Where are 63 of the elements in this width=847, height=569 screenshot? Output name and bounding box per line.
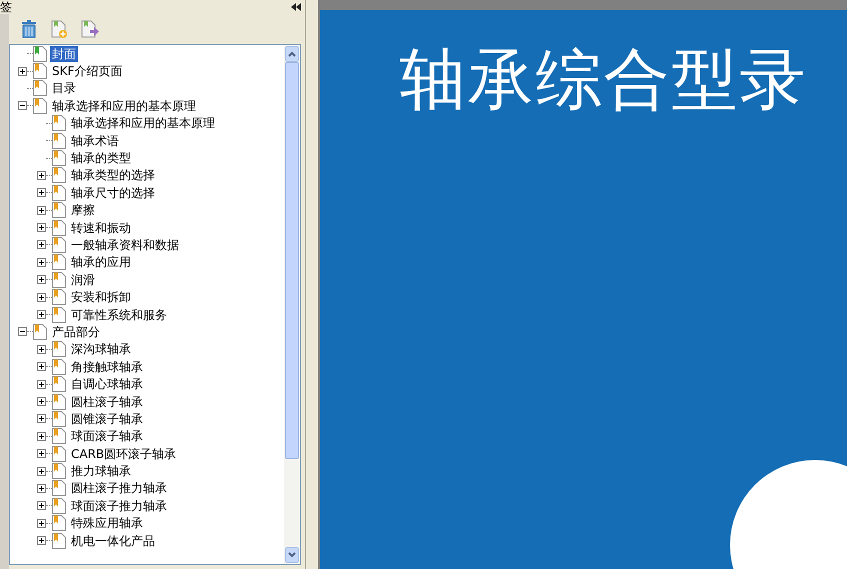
expand-toggle-icon[interactable] <box>37 275 46 284</box>
expand-toggle-icon[interactable] <box>37 501 46 510</box>
expand-toggle-icon[interactable] <box>37 258 46 267</box>
panel-title: 签 <box>0 0 12 14</box>
bookmark-item[interactable]: 转速和振动 <box>69 220 133 236</box>
expand-toggle-icon[interactable] <box>37 362 46 372</box>
bookmark-item[interactable]: 球面滚子推力轴承 <box>69 498 169 514</box>
bookmark-item[interactable]: 产品部分 <box>50 324 102 340</box>
bookmark-item[interactable]: 轴承尺寸的选择 <box>69 184 157 201</box>
bookmark-item[interactable]: 角接触球轴承 <box>69 358 145 375</box>
bookmark-item[interactable]: 轴承术语 <box>69 132 121 149</box>
bookmark-arrow-icon[interactable] <box>81 20 99 38</box>
expand-toggle-icon[interactable] <box>37 432 46 441</box>
expand-toggle-icon[interactable] <box>37 380 46 389</box>
expand-toggle-icon[interactable] <box>37 484 46 493</box>
bookmark-item[interactable]: 圆柱滚子轴承 <box>69 394 145 410</box>
trash-icon[interactable] <box>21 20 37 38</box>
bookmark-item[interactable]: 润滑 <box>69 272 97 288</box>
expand-toggle-icon[interactable] <box>37 466 46 476</box>
bookmark-item[interactable]: 一般轴承资料和数据 <box>69 236 181 253</box>
scroll-up-icon[interactable] <box>285 46 299 62</box>
bookmark-item[interactable]: 圆锥滚子轴承 <box>69 410 145 427</box>
expand-toggle-icon[interactable] <box>37 397 46 406</box>
bookmark-item[interactable]: 特殊应用轴承 <box>69 515 145 532</box>
expand-toggle-icon[interactable] <box>37 344 46 354</box>
bookmark-item[interactable]: 球面滚子轴承 <box>69 428 145 444</box>
expand-toggle-icon[interactable] <box>18 327 27 336</box>
bookmark-item[interactable]: CARB圆环滚子轴承 <box>69 446 178 462</box>
bookmark-item[interactable]: 轴承选择和应用的基本原理 <box>50 98 198 114</box>
bookmark-item[interactable]: 安装和拆卸 <box>69 289 133 306</box>
bookmark-item[interactable]: 轴承的应用 <box>69 254 133 270</box>
expand-toggle-icon[interactable] <box>18 66 27 76</box>
add-bookmark-icon[interactable] <box>51 20 67 38</box>
expand-toggle-icon[interactable] <box>18 101 27 110</box>
scroll-thumb[interactable] <box>285 62 299 459</box>
scrollbar[interactable] <box>284 45 300 564</box>
bookmark-item[interactable]: 目录 <box>50 80 78 96</box>
expand-toggle-icon[interactable] <box>37 223 46 232</box>
expand-toggle-icon[interactable] <box>37 206 46 215</box>
bookmark-item[interactable]: 摩擦 <box>69 202 97 218</box>
bookmark-item[interactable]: 封面 <box>50 46 78 62</box>
bookmark-item[interactable]: 圆柱滚子推力轴承 <box>69 480 169 496</box>
expand-toggle-icon[interactable] <box>37 449 46 458</box>
scroll-down-icon[interactable] <box>285 547 299 563</box>
bookmark-item[interactable]: 机电一体化产品 <box>69 532 157 549</box>
expand-toggle-icon[interactable] <box>37 170 46 180</box>
expand-toggle-icon[interactable] <box>37 188 46 198</box>
bookmark-item[interactable]: SKF介绍页面 <box>50 63 124 80</box>
expand-toggle-icon[interactable] <box>37 310 46 320</box>
bookmark-item[interactable]: 轴承的类型 <box>69 150 133 166</box>
page-title: 轴承综合型录 <box>400 40 808 120</box>
bookmark-item[interactable]: 轴承选择和应用的基本原理 <box>69 115 217 132</box>
bookmark-item[interactable]: 自调心球轴承 <box>69 376 145 392</box>
expand-toggle-icon[interactable] <box>37 292 46 302</box>
bookmark-item[interactable]: 深沟球轴承 <box>69 341 133 358</box>
expand-toggle-icon[interactable] <box>37 414 46 424</box>
expand-toggle-icon[interactable] <box>37 240 46 250</box>
collapse-icon[interactable] <box>291 3 301 11</box>
expand-toggle-icon[interactable] <box>37 518 46 528</box>
bookmark-item[interactable]: 推力球轴承 <box>69 463 133 480</box>
expand-toggle-icon[interactable] <box>37 536 46 546</box>
bookmark-item[interactable]: 可靠性系统和服务 <box>69 306 169 323</box>
bookmark-item[interactable]: 轴承类型的选择 <box>69 167 157 184</box>
